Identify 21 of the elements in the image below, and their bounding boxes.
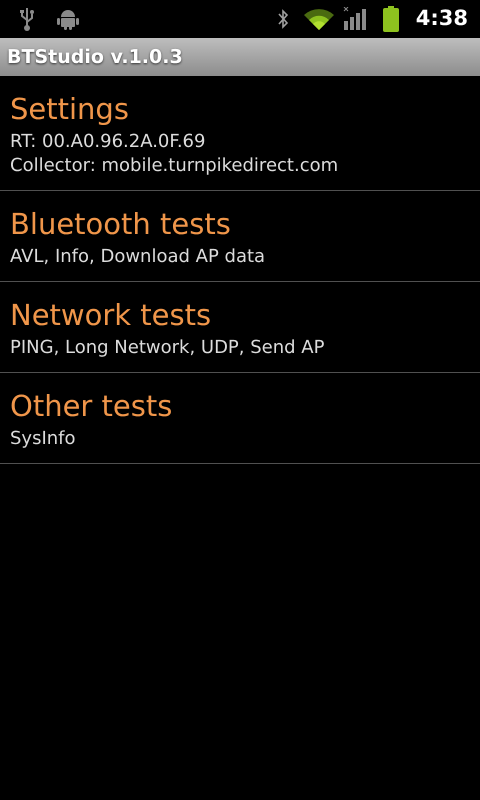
- list-item[interactable]: Bluetooth tests AVL, Info, Download AP data: [0, 191, 480, 282]
- item-title: Settings: [10, 92, 129, 126]
- battery-icon: [382, 6, 399, 32]
- item-summary: RT: 00.A0.96.2A.0F.69: [10, 130, 206, 154]
- android-icon: [56, 8, 80, 30]
- bluetooth-icon: [276, 8, 289, 30]
- item-title: Bluetooth tests: [10, 207, 231, 241]
- item-summary: Collector: mobile.turnpikedirect.com: [10, 154, 338, 178]
- status-time: 4:38: [416, 5, 468, 32]
- item-summary: AVL, Info, Download AP data: [10, 245, 266, 269]
- item-summary: SysInfo: [10, 427, 76, 451]
- list-item[interactable]: Network tests PING, Long Network, UDP, Send AP: [0, 282, 480, 373]
- app-title: BTStudio v.1.0.3: [7, 44, 183, 70]
- item-title: Other tests: [10, 389, 172, 423]
- list-item[interactable]: Settings RT: 00.A0.96.2A.0F.69 Collector: mobile.turnpikedirect.com: [0, 76, 480, 191]
- wifi-icon: [302, 8, 335, 30]
- item-title: Network tests: [10, 298, 212, 332]
- item-summary: PING, Long Network, UDP, Send AP: [10, 336, 324, 360]
- signal-icon: [342, 7, 367, 31]
- usb-icon: [18, 6, 36, 32]
- list-item[interactable]: Other tests SysInfo: [0, 373, 480, 464]
